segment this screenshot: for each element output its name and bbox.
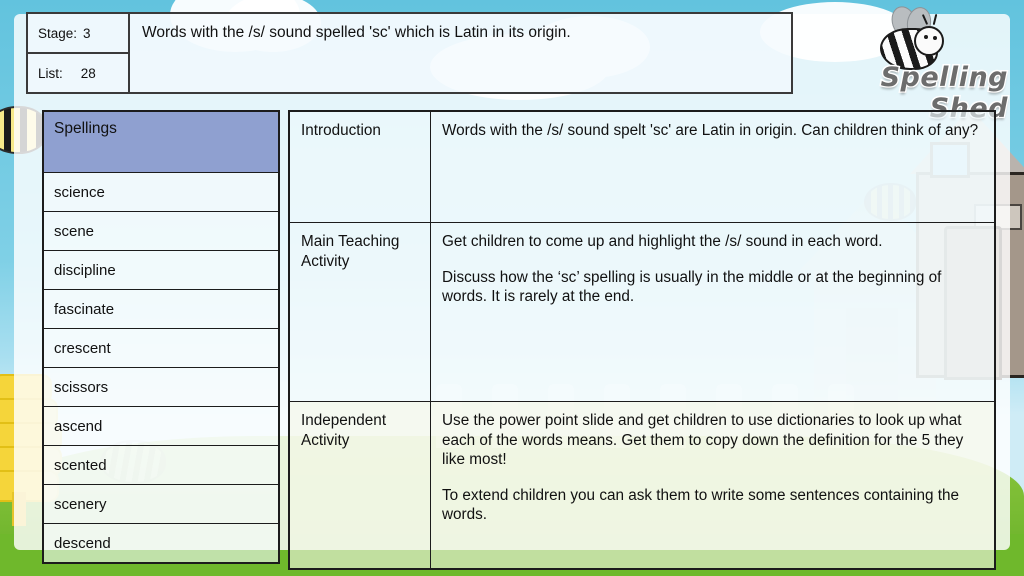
slide-canvas: Stage: 3 List: 28 Words with the /s/ sou… [0,0,1024,576]
spellings-table: Spellings science scene discipline fasci… [42,110,280,564]
lesson-row-introduction: Introduction Words with the /s/ sound sp… [288,110,996,223]
independent-paragraph: Use the power point slide and get childr… [442,412,964,469]
introduction-label: Introduction [288,110,431,223]
header-meta-column: Stage: 3 List: 28 [28,14,130,92]
spelling-word: scented [42,445,280,485]
main-teaching-paragraph: Discuss how the ‘sc’ spelling is usually… [442,268,942,306]
stage-value: 3 [83,25,91,41]
table-row: discipline [42,250,280,290]
lesson-row-main-teaching: Main Teaching Activity Get children to c… [288,222,996,402]
list-label: List: [38,65,63,81]
table-row: scenery [42,484,280,524]
main-teaching-content: Get children to come up and highlight th… [430,222,996,402]
table-row: fascinate [42,289,280,329]
table-row: science [42,172,280,212]
table-row: descend [42,523,280,564]
table-row: scissors [42,367,280,407]
table-header-row: Spellings [42,110,280,173]
header-info-table: Stage: 3 List: 28 Words with the /s/ sou… [26,12,793,94]
independent-content: Use the power point slide and get childr… [430,401,996,570]
lesson-title: Words with the /s/ sound spelled 'sc' wh… [142,24,571,41]
spelling-word: science [42,172,280,212]
spelling-word: scissors [42,367,280,407]
stage-cell: Stage: 3 [28,14,128,54]
list-cell: List: 28 [28,54,128,92]
introduction-content: Words with the /s/ sound spelt 'sc' are … [430,110,996,223]
table-row: scene [42,211,280,251]
independent-paragraph: To extend children you can ask them to w… [442,486,959,524]
spelling-word: discipline [42,250,280,290]
bee-icon [874,3,952,70]
introduction-paragraph: Words with the /s/ sound spelt 'sc' are … [442,122,979,139]
table-row: ascend [42,406,280,446]
list-value: 28 [80,65,96,81]
lesson-plan-table: Introduction Words with the /s/ sound sp… [288,110,996,570]
main-teaching-label: Main Teaching Activity [288,222,431,402]
spellings-heading: Spellings [42,110,280,173]
spelling-word: ascend [42,406,280,446]
spelling-word: fascinate [42,289,280,329]
spelling-word: scenery [42,484,280,524]
spelling-word: crescent [42,328,280,368]
spelling-word: descend [42,523,280,564]
independent-label: Independent Activity [288,401,431,570]
table-row: crescent [42,328,280,368]
spelling-shed-logo: Spelling Shed [808,3,1009,126]
spelling-word: scene [42,211,280,251]
stage-label: Stage: [38,25,78,41]
table-row: scented [42,445,280,485]
lesson-row-independent: Independent Activity Use the power point… [288,401,996,570]
main-teaching-paragraph: Get children to come up and highlight th… [442,233,883,250]
